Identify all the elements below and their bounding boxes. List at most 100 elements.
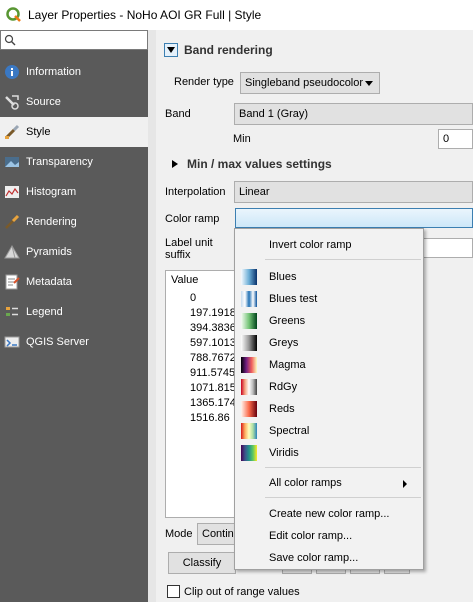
list-item[interactable]: 597.1013 <box>190 337 234 349</box>
menu-item-ramp[interactable]: Blues test <box>269 293 317 305</box>
chevron-down-icon <box>365 81 373 86</box>
menu-separator <box>265 497 421 498</box>
menu-item-ramp[interactable]: Greys <box>269 337 298 349</box>
list-item[interactable]: 788.7672 <box>190 352 234 364</box>
sidebar-item-label: Rendering <box>26 216 77 228</box>
list-item[interactable]: 1071.815 <box>190 382 234 394</box>
ramp-swatch-icon <box>241 445 257 461</box>
color-ramp-menu: Invert color ramp Blues Blues test Greens G… <box>234 228 424 570</box>
sidebar-item-transparency[interactable]: Transparency <box>0 147 148 177</box>
menu-item-ramp[interactable]: Spectral <box>269 425 309 437</box>
mode-select[interactable]: Continu <box>197 523 237 545</box>
menu-separator <box>265 259 421 260</box>
expand-arrow-icon <box>172 160 178 168</box>
label-unit-input[interactable] <box>420 238 473 258</box>
classify-button[interactable]: Classify <box>168 552 236 574</box>
pyramids-icon <box>3 243 21 261</box>
interpolation-label: Interpolation <box>165 186 226 198</box>
menu-item-ramp[interactable]: Viridis <box>269 447 299 459</box>
sidebar-item-label: Metadata <box>26 276 72 288</box>
sidebar-item-label: Source <box>26 96 61 108</box>
ramp-swatch-icon <box>241 423 257 439</box>
render-type-select[interactable]: Singleband pseudocolor <box>240 72 380 94</box>
value-column-header: Value <box>171 274 199 286</box>
ramp-swatch-icon <box>241 401 257 417</box>
menu-item-ramp[interactable]: Blues <box>269 271 297 283</box>
splitter[interactable] <box>148 30 156 602</box>
minmax-header[interactable]: Min / max values settings <box>172 157 332 171</box>
menu-item-ramp[interactable]: RdGy <box>269 381 297 393</box>
mode-value: Continu <box>202 528 237 540</box>
search-input[interactable] <box>0 30 148 50</box>
classify-label: Classify <box>182 557 222 569</box>
band-rendering-header[interactable]: Band rendering <box>164 43 273 57</box>
sidebar-item-rendering[interactable]: Rendering <box>0 207 148 237</box>
list-item[interactable]: 394.3836 <box>190 322 234 334</box>
metadata-icon <box>3 273 21 291</box>
color-ramp-button[interactable] <box>235 208 473 228</box>
source-icon <box>3 93 21 111</box>
sidebar: Information Source Style Transparency Hi… <box>0 30 148 602</box>
ramp-swatch-icon <box>241 313 257 329</box>
min-value: 0 <box>443 133 450 145</box>
menu-item-create-ramp[interactable]: Create new color ramp... <box>269 508 389 520</box>
section-label: Band rendering <box>184 43 273 57</box>
menu-item-save-ramp[interactable]: Save color ramp... <box>269 552 358 564</box>
list-item[interactable]: 197.1918 <box>190 307 234 319</box>
ramp-swatch-icon <box>241 291 257 307</box>
band-select[interactable]: Band 1 (Gray) <box>234 103 473 125</box>
sidebar-item-qgis-server[interactable]: QGIS Server <box>0 327 148 357</box>
information-icon <box>3 63 21 81</box>
collapse-toggle-icon[interactable] <box>164 43 178 57</box>
ramp-swatch-icon <box>241 335 257 351</box>
render-type-value: Singleband pseudocolor <box>245 77 364 89</box>
sidebar-item-source[interactable]: Source <box>0 87 148 117</box>
menu-item-all-color-ramps[interactable]: All color ramps <box>269 477 342 489</box>
sidebar-item-information[interactable]: Information <box>0 57 148 87</box>
band-value: Band 1 (Gray) <box>239 108 309 120</box>
submenu-arrow-icon <box>403 480 407 488</box>
interpolation-select[interactable]: Linear <box>234 181 473 203</box>
class-value-list[interactable]: Value 0 197.1918 394.3836 597.1013 788.7… <box>165 270 235 518</box>
transparency-icon <box>3 153 21 171</box>
qgis-logo-icon <box>6 7 21 22</box>
histogram-icon <box>3 183 21 201</box>
rendering-icon <box>3 213 21 231</box>
min-label: Min <box>233 133 251 145</box>
ramp-swatch-icon <box>241 269 257 285</box>
list-item[interactable]: 911.5745 <box>190 367 234 379</box>
sidebar-item-label: Information <box>26 66 82 78</box>
list-item[interactable]: 0 <box>190 292 196 304</box>
style-brush-icon <box>3 123 21 141</box>
sidebar-item-label: Transparency <box>26 156 93 168</box>
sidebar-item-metadata[interactable]: Metadata <box>0 267 148 297</box>
render-type-label: Render type <box>174 76 234 88</box>
min-input[interactable]: 0 <box>438 129 473 149</box>
sidebar-item-histogram[interactable]: Histogram <box>0 177 148 207</box>
menu-item-ramp[interactable]: Magma <box>269 359 306 371</box>
menu-item-edit-ramp[interactable]: Edit color ramp... <box>269 530 352 542</box>
menu-item-ramp[interactable]: Greens <box>269 315 305 327</box>
label-unit-label: Label unit <box>165 237 213 249</box>
sidebar-item-label: Legend <box>26 306 63 318</box>
band-label: Band <box>165 108 191 120</box>
search-icon <box>4 34 16 46</box>
interpolation-value: Linear <box>239 186 270 198</box>
title-bar: Layer Properties - NoHo AOI GR Full | St… <box>0 0 473 30</box>
menu-item-ramp[interactable]: Reds <box>269 403 295 415</box>
menu-separator <box>265 467 421 468</box>
list-item[interactable]: 1365.174 <box>190 397 234 409</box>
sidebar-item-style[interactable]: Style <box>0 117 148 147</box>
sidebar-item-label: Histogram <box>26 186 77 198</box>
qgis-server-icon <box>3 333 21 351</box>
label-unit-suffix-label: suffix <box>165 249 191 261</box>
sidebar-item-legend[interactable]: Legend <box>0 297 148 327</box>
sidebar-item-pyramids[interactable]: Pyramids <box>0 237 148 267</box>
section-label: Min / max values settings <box>187 157 332 171</box>
ramp-swatch-icon <box>241 379 257 395</box>
list-item[interactable]: 1516.86 <box>190 412 230 424</box>
window-title: Layer Properties - NoHo AOI GR Full | St… <box>28 8 262 22</box>
ramp-swatch-icon <box>241 357 257 373</box>
menu-item-invert[interactable]: Invert color ramp <box>269 239 352 251</box>
clip-checkbox[interactable] <box>167 585 180 598</box>
